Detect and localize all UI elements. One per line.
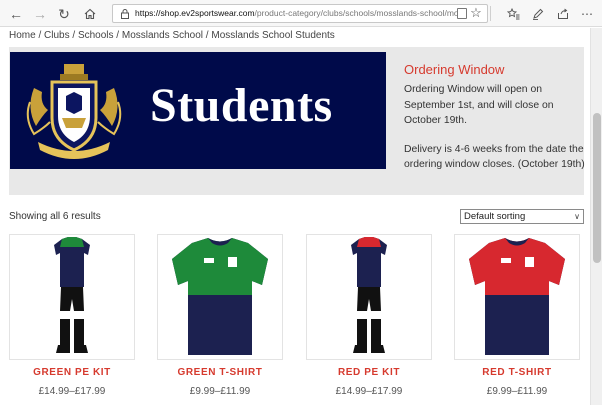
product-image[interactable] [454,234,580,360]
school-crest-logo [26,64,122,159]
product-image[interactable] [157,234,283,360]
address-bar[interactable]: https://shop.ev2sportswear.com/product-c… [112,4,488,23]
back-icon[interactable]: ← [6,4,26,24]
t-shirt-image [469,238,565,355]
breadcrumb-separator: / [69,30,78,41]
ordering-window-dates: Ordering Window will open on September 1… [404,84,554,126]
pe-kit-image [351,237,387,353]
lock-icon [121,5,131,22]
sort-dropdown-value: Default sorting [464,211,526,222]
url-host: https://shop.ev2sportswear.com [135,8,255,18]
result-count: Showing all 6 results [9,211,101,222]
browser-toolbar: ← → ↻ https://shop.ev2sportswear.com/pro… [0,0,602,27]
chevron-down-icon: ∨ [574,212,580,221]
url-text: https://shop.ev2sportswear.com/product-c… [135,5,457,22]
product-card-green-t-shirt[interactable]: GREEN T-SHIRT £9.99–£11.99 [157,234,283,397]
product-price: £14.99–£17.99 [335,386,403,397]
product-card-red-t-shirt[interactable]: RED T-SHIRT £9.99–£11.99 [454,234,580,397]
url-path: /product-category/clubs/schools/mossland… [254,8,457,18]
product-name[interactable]: RED PE KIT [306,367,432,378]
favorites-list-icon[interactable] [503,4,523,24]
breadcrumb-separator: / [35,30,45,41]
product-name[interactable]: GREEN T-SHIRT [157,367,283,378]
category-banner-image: Students [10,52,386,169]
product-name[interactable]: RED T-SHIRT [454,367,580,378]
forward-icon[interactable]: → [30,4,50,24]
ordering-window-title: Ordering Window [404,62,505,77]
delivery-info: Delivery is 4-6 weeks from the date the … [404,143,585,171]
sort-dropdown[interactable]: Default sorting ∨ [460,209,584,224]
breadcrumb: Home / Clubs / Schools / Mosslands Schoo… [9,30,335,41]
share-icon[interactable] [553,4,573,24]
favorite-star-icon[interactable]: ☆ [468,4,484,22]
breadcrumb-schools[interactable]: Schools [78,30,114,41]
product-card-red-pe-kit[interactable]: RED PE KIT £14.99–£17.99 [306,234,432,397]
refresh-icon[interactable]: ↻ [54,4,74,24]
page-scrollbar[interactable] [590,28,602,405]
product-price: £9.99–£11.99 [486,386,548,397]
breadcrumb-clubs[interactable]: Clubs [44,30,70,41]
ordering-window-info: Ordering Window Ordering Window will ope… [404,62,586,173]
product-price: £9.99–£11.99 [189,386,251,397]
product-name[interactable]: GREEN PE KIT [9,367,135,378]
product-card-green-pe-kit[interactable]: GREEN PE KIT £14.99–£17.99 [9,234,135,397]
t-shirt-image [172,238,268,355]
breadcrumb-separator: / [113,30,122,41]
home-icon[interactable] [80,4,100,24]
pen-icon[interactable] [528,4,548,24]
product-price: £14.99–£17.99 [38,386,106,397]
toolbar-divider [490,6,491,21]
more-icon[interactable]: ⋯ [577,4,597,24]
breadcrumb-home[interactable]: Home [9,30,36,41]
breadcrumb-current: Mosslands School Students [211,30,335,41]
scrollbar-thumb[interactable] [593,113,601,263]
product-image[interactable] [9,234,135,360]
pe-kit-image [54,237,90,353]
reader-view-icon[interactable] [457,8,467,19]
banner-title: Students [150,79,333,132]
product-image[interactable] [306,234,432,360]
breadcrumb-school[interactable]: Mosslands School [122,30,203,41]
